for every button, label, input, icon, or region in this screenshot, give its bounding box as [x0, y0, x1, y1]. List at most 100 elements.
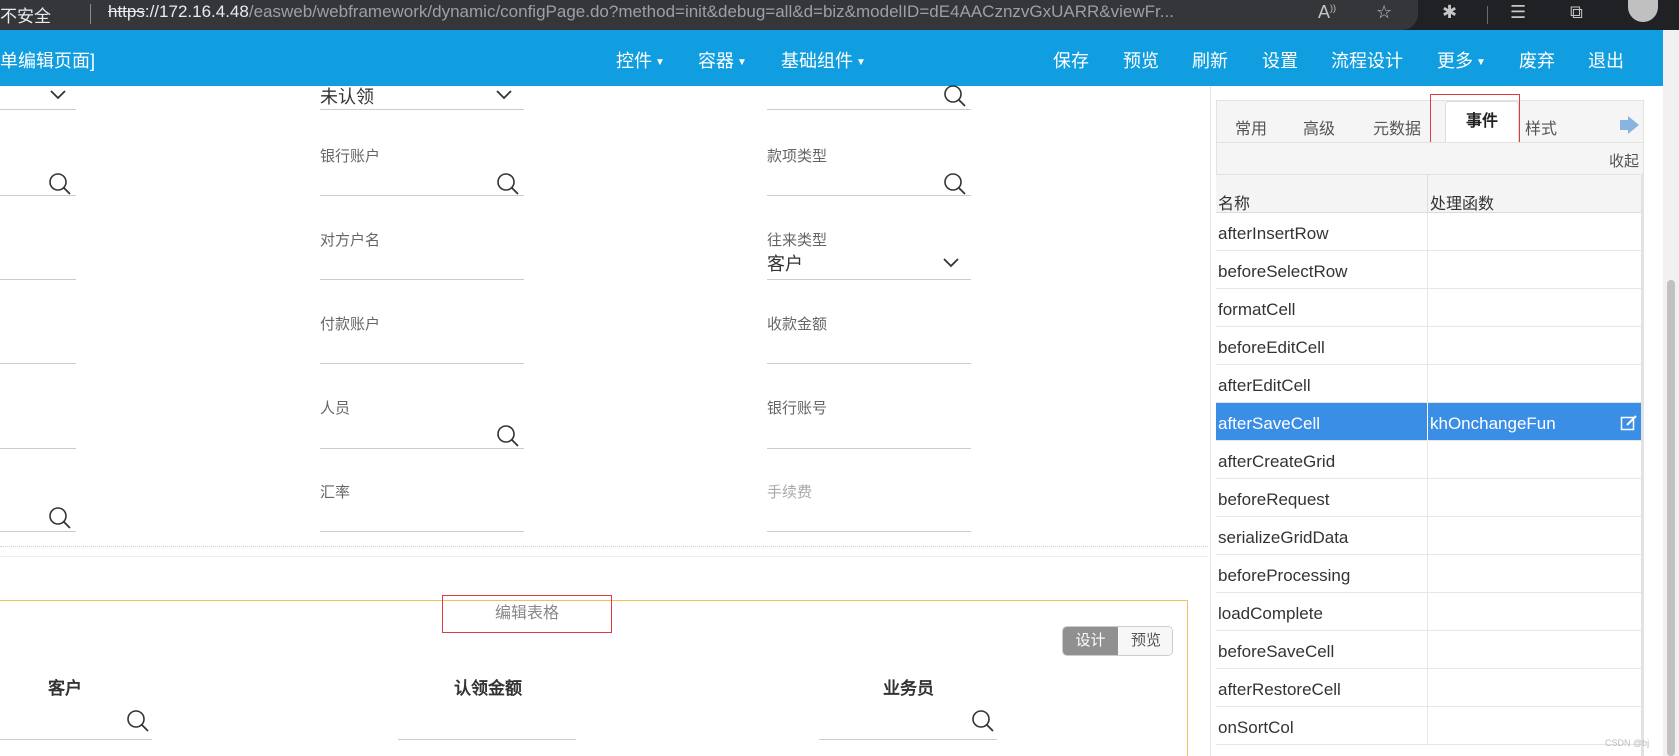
search-icon[interactable] — [943, 172, 967, 196]
form-field-col1-row4[interactable] — [0, 340, 76, 364]
events-table-scrollbar[interactable] — [1641, 175, 1644, 756]
discard-button[interactable]: 废弃 — [1519, 47, 1555, 73]
extensions-icon[interactable]: ✱ — [1442, 2, 1457, 23]
add-favorite-icon[interactable]: ☆ — [1376, 2, 1392, 23]
form-field-col1-row5[interactable] — [0, 425, 76, 449]
more-menu[interactable]: 更多 ▼ — [1437, 47, 1486, 73]
exchange-rate-field[interactable] — [320, 508, 524, 532]
event-name: loadComplete — [1218, 604, 1323, 623]
form-field-col1-row2[interactable] — [0, 172, 76, 196]
page-scrollbar-thumb[interactable] — [1667, 280, 1675, 756]
event-name: afterEditCell — [1218, 376, 1311, 395]
process-design-button[interactable]: 流程设计 — [1331, 47, 1403, 73]
event-row[interactable]: loadComplete — [1216, 593, 1644, 631]
menu-controls[interactable]: 控件 ▼ — [616, 47, 665, 73]
grid-column-customer: 客户 — [48, 679, 82, 698]
contact-type-select[interactable]: 客户 — [767, 254, 971, 280]
event-row[interactable]: onSortCol — [1216, 707, 1644, 745]
event-row[interactable]: serializeGridData — [1216, 517, 1644, 555]
chevron-down-icon[interactable] — [943, 258, 959, 268]
grid-claim-amount-input[interactable] — [398, 715, 576, 740]
search-icon[interactable] — [126, 709, 150, 733]
chevron-down-icon[interactable] — [496, 90, 512, 100]
claim-status-select[interactable]: 未认领 — [320, 86, 524, 110]
toolbar-divider — [1487, 6, 1488, 24]
address-bar[interactable]: 不安全 https://172.16.4.48/easweb/webframew… — [0, 0, 1418, 30]
event-row[interactable]: afterRestoreCell — [1216, 669, 1644, 707]
watermark: CSDN @bj — [1605, 738, 1650, 748]
event-row[interactable]: formatCell — [1216, 289, 1644, 327]
settings-button[interactable]: 设置 — [1262, 47, 1298, 73]
page-scrollbar[interactable] — [1663, 30, 1679, 756]
receipt-amount-label: 收款金额 — [767, 316, 828, 333]
column-divider — [1427, 213, 1428, 251]
tab-style[interactable]: 样式 — [1525, 115, 1557, 139]
column-divider — [1427, 517, 1428, 555]
tab-scroll-right-icon[interactable] — [1619, 114, 1641, 136]
search-icon[interactable] — [971, 709, 995, 733]
collapse-button[interactable]: 收起 — [1609, 150, 1639, 171]
bank-account-field[interactable] — [320, 172, 524, 196]
fee-field[interactable] — [767, 508, 971, 532]
url-text[interactable]: https://172.16.4.48/easweb/webframework/… — [108, 2, 1308, 22]
event-row[interactable]: afterEditCell — [1216, 365, 1644, 403]
design-preview-toggle[interactable]: 设计 预览 — [1062, 626, 1173, 656]
collections-icon[interactable]: ⧉ — [1570, 2, 1583, 23]
event-name: formatCell — [1218, 300, 1296, 319]
form-field-col1-row3[interactable] — [0, 256, 76, 280]
event-row[interactable]: afterInsertRow — [1216, 213, 1644, 251]
form-field-col1-row6[interactable] — [0, 506, 76, 532]
preview-button[interactable]: 预览 — [1123, 47, 1159, 73]
refresh-button[interactable]: 刷新 — [1192, 47, 1228, 73]
menu-containers[interactable]: 容器 ▼ — [698, 47, 747, 73]
event-row[interactable]: beforeEditCell — [1216, 327, 1644, 365]
profile-avatar[interactable] — [1628, 0, 1658, 22]
form-field-col1-row1[interactable] — [0, 86, 76, 110]
event-row[interactable]: afterCreateGrid — [1216, 441, 1644, 479]
event-name: onSortCol — [1218, 718, 1294, 737]
save-button[interactable]: 保存 — [1053, 47, 1089, 73]
bank-number-field[interactable] — [767, 425, 971, 449]
receipt-amount-field[interactable] — [767, 340, 971, 364]
menu-containers-label: 容器 — [698, 51, 734, 71]
url-path: /easweb/webframework/dynamic/configPage.… — [248, 2, 1174, 21]
menu-basic-components[interactable]: 基础组件 ▼ — [781, 47, 866, 73]
tab-metadata[interactable]: 元数据 — [1373, 115, 1421, 139]
event-name: serializeGridData — [1218, 528, 1349, 547]
event-row[interactable]: beforeProcessing — [1216, 555, 1644, 593]
chevron-down-icon[interactable] — [50, 90, 66, 100]
person-field[interactable] — [320, 425, 524, 449]
column-header-handler[interactable]: 处理函数 — [1430, 190, 1494, 214]
tab-common[interactable]: 常用 — [1235, 115, 1267, 139]
favorites-list-icon[interactable]: ☰ — [1510, 2, 1526, 23]
search-icon[interactable] — [48, 172, 72, 196]
search-icon[interactable] — [496, 172, 520, 196]
column-divider — [1427, 175, 1428, 213]
grid-customer-input[interactable] — [0, 710, 152, 740]
event-handler[interactable]: khOnchangeFun — [1430, 414, 1556, 434]
edit-handler-icon[interactable] — [1620, 414, 1638, 432]
event-row[interactable]: beforeRequest — [1216, 479, 1644, 517]
search-icon[interactable] — [943, 84, 967, 108]
bank-account-label: 银行账户 — [320, 148, 381, 165]
counterparty-name-label: 对方户名 — [320, 232, 381, 249]
grid-salesperson-input[interactable] — [819, 710, 997, 740]
form-field-col3-row1[interactable] — [767, 84, 971, 110]
event-row[interactable]: beforeSaveCell — [1216, 631, 1644, 669]
pay-account-field[interactable] — [320, 340, 524, 364]
counterparty-name-field[interactable] — [320, 256, 524, 280]
event-row[interactable]: beforeSelectRow — [1216, 251, 1644, 289]
design-mode-button[interactable]: 设计 — [1063, 627, 1118, 655]
preview-mode-button[interactable]: 预览 — [1118, 627, 1172, 655]
column-header-name[interactable]: 名称 — [1218, 190, 1250, 214]
search-icon[interactable] — [496, 424, 520, 448]
item-type-field[interactable] — [767, 172, 971, 196]
security-warning[interactable]: 不安全 — [0, 2, 51, 27]
tab-advanced[interactable]: 高级 — [1303, 115, 1335, 139]
search-icon[interactable] — [48, 506, 72, 530]
read-aloud-icon[interactable]: A)) — [1318, 2, 1336, 23]
exit-button[interactable]: 退出 — [1588, 47, 1624, 73]
more-menu-label: 更多 — [1437, 51, 1473, 71]
edit-grid-title[interactable]: 编辑表格 — [442, 595, 612, 633]
event-row[interactable]: afterSaveCell khOnchangeFun — [1216, 403, 1644, 441]
